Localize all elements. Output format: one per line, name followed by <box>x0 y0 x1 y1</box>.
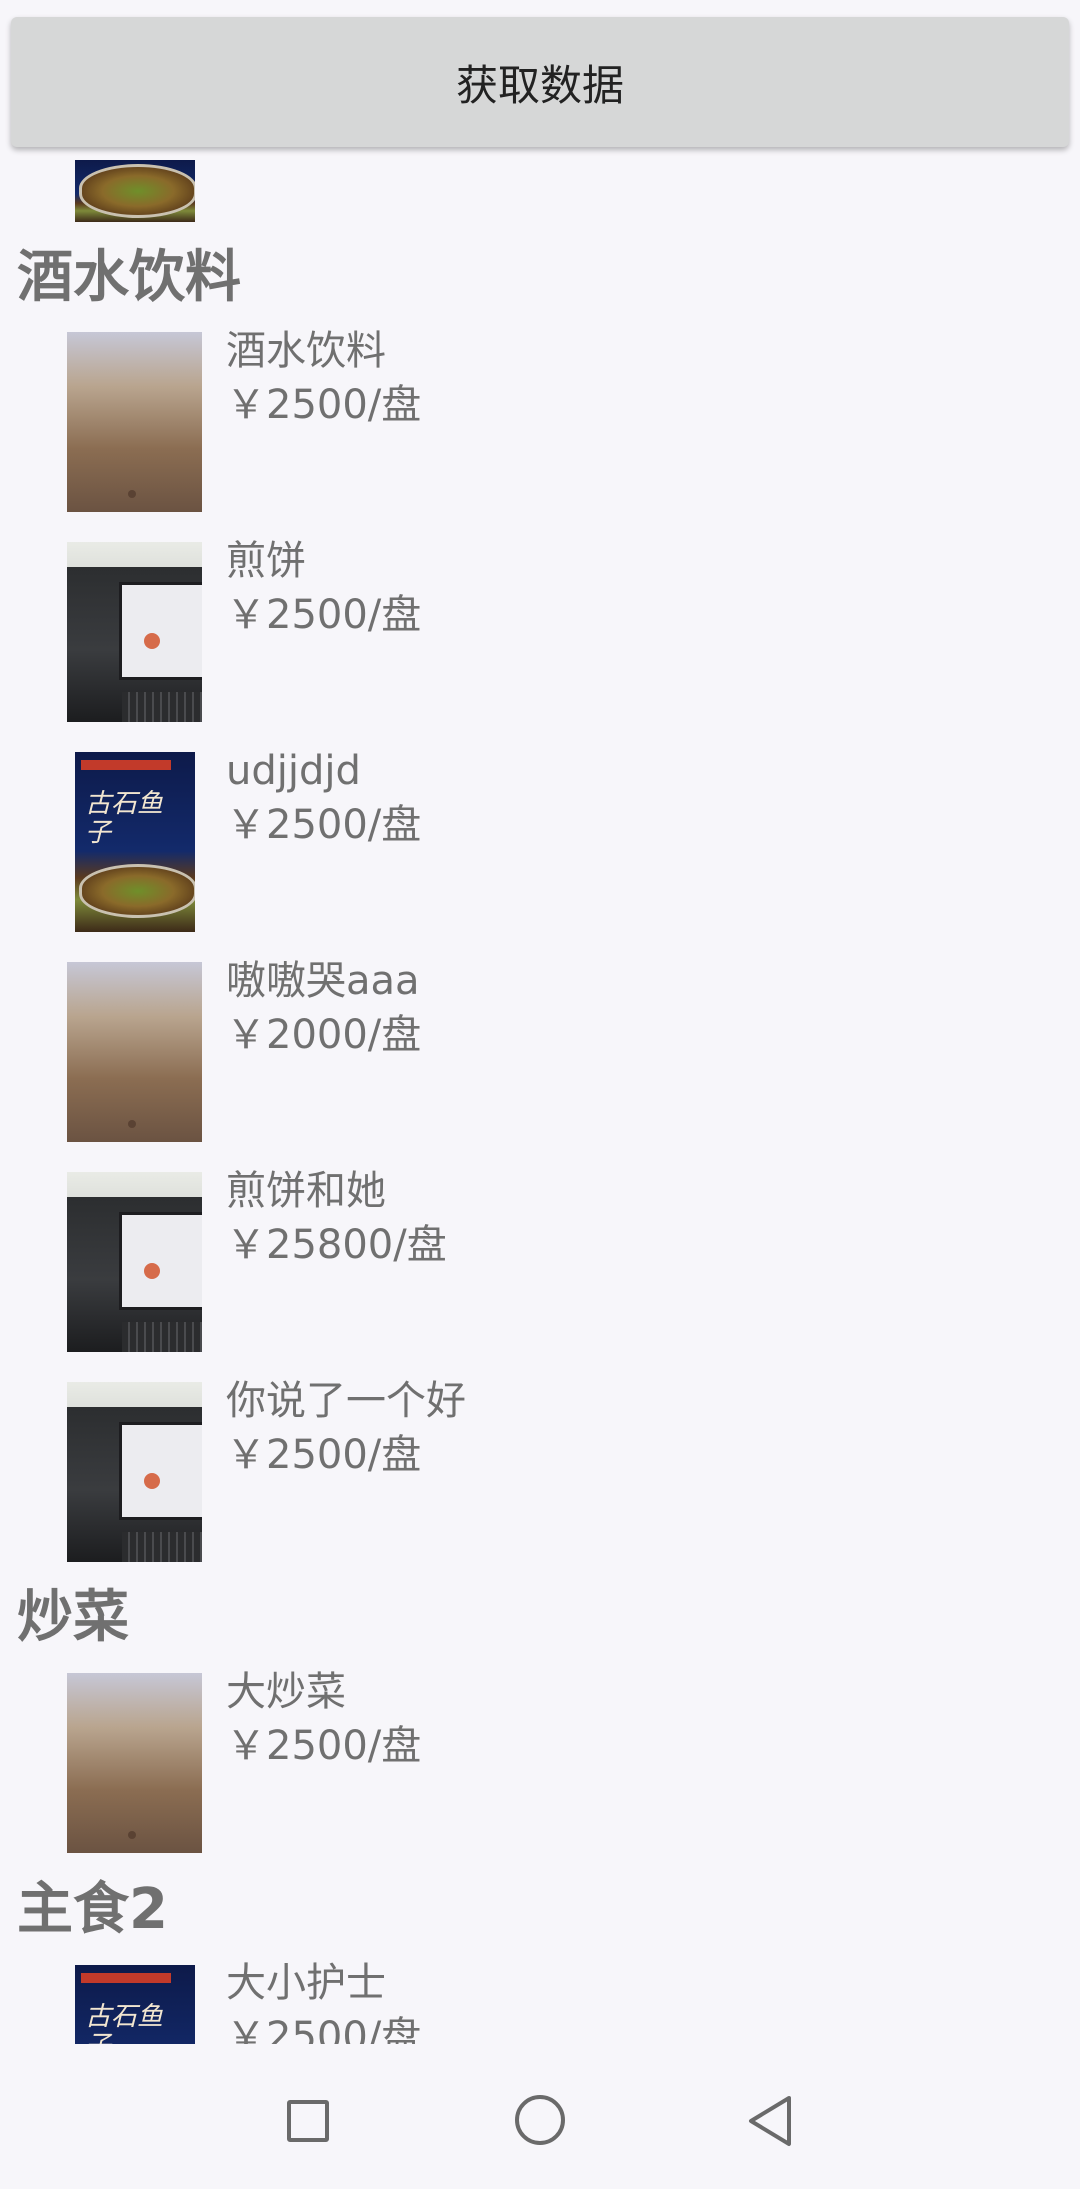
dish-price: ￥2000/盘 <box>226 1012 422 1058</box>
dish-name: 大小护士 <box>226 1960 386 2006</box>
dish-price: ￥2500/盘 <box>226 1432 422 1478</box>
fetch-data-button[interactable]: 获取数据 <box>11 17 1069 147</box>
dish-name: udjjdjd <box>226 748 361 794</box>
dish-price: ￥2500/盘 <box>226 2014 422 2044</box>
triangle-back-icon[interactable] <box>745 2094 795 2148</box>
dish-thumbnail-partial <box>75 160 195 222</box>
dish-price: ￥2500/盘 <box>226 592 422 638</box>
top-bar: 获取数据 <box>0 0 1080 160</box>
section-title-drinks: 酒水饮料 <box>17 245 241 310</box>
dish-name: 嗷嗷哭aaa <box>226 958 420 1004</box>
dish-name: 你说了一个好 <box>226 1378 466 1424</box>
dish-name: 大炒菜 <box>226 1669 346 1715</box>
menu-list[interactable]: 酒水饮料 酒水饮料 ￥2500/盘 煎饼 ￥2500/盘 古石鱼子 udjjdj… <box>0 160 1080 2044</box>
dish-name: 酒水饮料 <box>226 328 386 374</box>
app-screen: 获取数据 酒水饮料 酒水饮料 ￥2500/盘 煎饼 ￥2500/盘 古石鱼子 u… <box>0 0 1080 2189</box>
dish-thumbnail <box>67 542 202 722</box>
dish-thumbnail <box>67 1172 202 1352</box>
section-title-staple: 主食2 <box>17 1877 168 1942</box>
square-icon[interactable] <box>287 2100 329 2142</box>
dish-price: ￥25800/盘 <box>226 1222 447 1268</box>
dish-thumbnail <box>67 332 202 512</box>
dish-thumbnail <box>67 1382 202 1562</box>
dish-name: 煎饼和她 <box>226 1168 386 1214</box>
dish-price: ￥2500/盘 <box>226 382 422 428</box>
system-nav-bar <box>0 2044 1080 2189</box>
circle-icon[interactable] <box>515 2095 565 2145</box>
dish-price: ￥2500/盘 <box>226 1723 422 1769</box>
dish-thumbnail: 古石鱼子 <box>75 1965 195 2044</box>
dish-thumbnail: 古石鱼子 <box>75 752 195 932</box>
dish-price: ￥2500/盘 <box>226 802 422 848</box>
section-title-stir-fry: 炒菜 <box>17 1585 129 1650</box>
dish-thumbnail <box>67 1673 202 1853</box>
dish-thumbnail <box>67 962 202 1142</box>
dish-name: 煎饼 <box>226 538 306 584</box>
